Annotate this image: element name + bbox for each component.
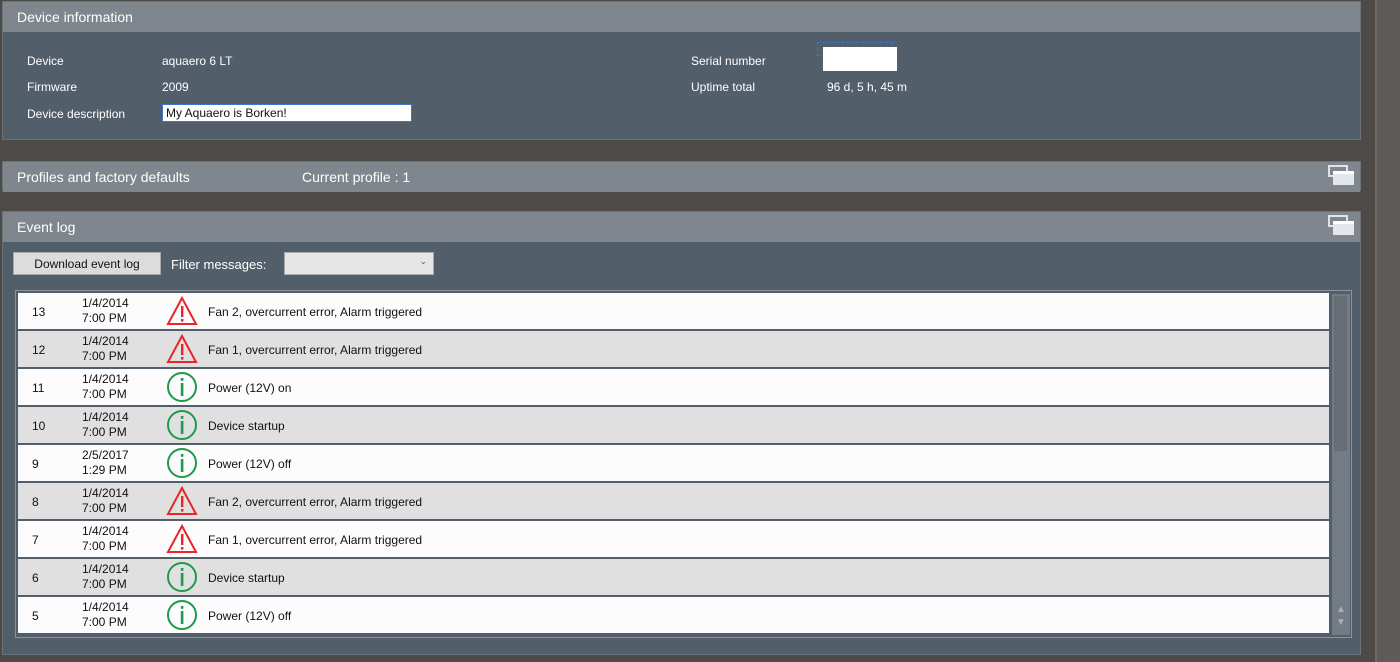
filter-label: Filter messages: xyxy=(171,257,267,272)
expand-window-icon[interactable] xyxy=(1328,215,1354,237)
event-message: Fan 2, overcurrent error, Alarm triggere… xyxy=(208,305,423,319)
panel-header: Event log xyxy=(3,212,1360,242)
event-id: 11 xyxy=(32,381,45,395)
event-date: 1/4/2014 xyxy=(82,562,129,576)
panel-title: Event log xyxy=(17,219,76,235)
event-log-panel: Event log Download event log Filter mess… xyxy=(2,211,1361,655)
event-time: 7:00 PM xyxy=(82,501,127,515)
event-datetime: 1/4/2014 7:00 PM xyxy=(82,334,129,364)
uptime-value: 96 d, 5 h, 45 m xyxy=(827,80,908,94)
table-row[interactable]: 12 1/4/2014 7:00 PM Fan 1, overcurrent er… xyxy=(18,331,1329,367)
event-time: 7:00 PM xyxy=(82,539,127,553)
serial-number-value[interactable] xyxy=(823,47,897,71)
table-row[interactable]: 11 1/4/2014 7:00 PM Power (12V) on xyxy=(18,369,1329,405)
event-time: 7:00 PM xyxy=(82,349,127,363)
event-datetime: 1/4/2014 7:00 PM xyxy=(82,600,129,630)
uptime-label: Uptime total xyxy=(691,80,756,94)
event-message: Fan 1, overcurrent error, Alarm triggere… xyxy=(208,343,423,357)
event-id: 9 xyxy=(32,457,39,471)
event-message: Power (12V) off xyxy=(208,457,292,471)
event-time: 7:00 PM xyxy=(82,311,127,325)
chevron-down-icon: ⌄ xyxy=(419,256,427,266)
panel-header[interactable]: Profiles and factory defaults Current pr… xyxy=(3,162,1360,192)
panel-title: Profiles and factory defaults xyxy=(17,169,190,185)
panel-title: Device information xyxy=(17,9,133,25)
table-row[interactable]: 8 1/4/2014 7:00 PM Fan 2, overcurrent err… xyxy=(18,483,1329,519)
event-date: 1/4/2014 xyxy=(82,372,129,386)
event-date: 1/4/2014 xyxy=(82,524,129,538)
download-event-log-button[interactable]: Download event log xyxy=(13,252,161,275)
scrollbar-thumb[interactable] xyxy=(1334,296,1347,451)
event-message: Fan 1, overcurrent error, Alarm triggere… xyxy=(208,533,423,547)
event-message: Fan 2, overcurrent error, Alarm triggere… xyxy=(208,495,423,509)
info-icon xyxy=(166,599,198,631)
table-row[interactable]: 6 1/4/2014 7:00 PM Device startup xyxy=(18,559,1329,595)
event-time: 7:00 PM xyxy=(82,387,127,401)
description-label: Device description xyxy=(27,107,126,121)
event-datetime: 1/4/2014 7:00 PM xyxy=(82,372,129,402)
device-description-input[interactable] xyxy=(162,104,412,122)
serial-label: Serial number xyxy=(691,54,766,68)
event-datetime: 1/4/2014 7:00 PM xyxy=(82,486,129,516)
firmware-label: Firmware xyxy=(27,80,77,94)
event-id: 8 xyxy=(32,495,39,509)
table-row[interactable]: 13 1/4/2014 7:00 PM Fan 2, overcurrent er… xyxy=(18,293,1329,329)
event-date: 1/4/2014 xyxy=(82,296,129,310)
warning-icon xyxy=(166,485,198,517)
table-row[interactable]: 5 1/4/2014 7:00 PM Power (12V) off xyxy=(18,597,1329,633)
event-datetime: 1/4/2014 7:00 PM xyxy=(82,410,129,440)
device-information-panel: Device information Device aquaero 6 LT F… xyxy=(2,1,1361,140)
event-date: 1/4/2014 xyxy=(82,410,129,424)
event-time: 1:29 PM xyxy=(82,463,127,477)
info-icon xyxy=(166,409,198,441)
event-date: 2/5/2017 xyxy=(82,448,129,462)
event-time: 7:00 PM xyxy=(82,615,127,629)
device-value: aquaero 6 LT xyxy=(162,54,233,68)
event-time: 7:00 PM xyxy=(82,577,127,591)
outer-scrollbar[interactable] xyxy=(1375,0,1400,662)
info-icon xyxy=(166,447,198,479)
event-id: 10 xyxy=(32,419,46,433)
info-icon xyxy=(166,561,198,593)
profiles-panel: Profiles and factory defaults Current pr… xyxy=(2,161,1361,192)
event-date: 1/4/2014 xyxy=(82,334,129,348)
expand-window-icon[interactable] xyxy=(1328,165,1354,187)
event-date: 1/4/2014 xyxy=(82,486,129,500)
event-id: 13 xyxy=(32,305,46,319)
firmware-value: 2009 xyxy=(162,80,189,94)
event-log-table: 13 1/4/2014 7:00 PM Fan 2, overcurrent er… xyxy=(15,290,1352,638)
table-row[interactable]: 9 2/5/2017 1:29 PM Power (12V) off xyxy=(18,445,1329,481)
event-datetime: 1/4/2014 7:00 PM xyxy=(82,524,129,554)
event-datetime: 1/4/2014 7:00 PM xyxy=(82,296,129,326)
warning-icon xyxy=(166,523,198,555)
scroll-down-icon[interactable]: ▼ xyxy=(1336,617,1346,628)
event-id: 5 xyxy=(32,609,39,623)
table-row[interactable]: 10 1/4/2014 7:00 PM Device startup xyxy=(18,407,1329,443)
warning-icon xyxy=(166,333,198,365)
event-message: Power (12V) off xyxy=(208,609,292,623)
event-id: 7 xyxy=(32,533,39,547)
event-date: 1/4/2014 xyxy=(82,600,129,614)
event-datetime: 2/5/2017 1:29 PM xyxy=(82,448,129,478)
scroll-up-icon[interactable]: ▲ xyxy=(1336,604,1346,615)
event-id: 6 xyxy=(32,571,39,585)
event-message: Power (12V) on xyxy=(208,381,292,395)
event-message: Device startup xyxy=(208,571,285,585)
filter-messages-select[interactable]: ⌄ xyxy=(284,252,434,275)
event-datetime: 1/4/2014 7:00 PM xyxy=(82,562,129,592)
event-message: Device startup xyxy=(208,419,285,433)
current-profile: Current profile : 1 xyxy=(302,169,411,185)
warning-icon xyxy=(166,295,198,327)
event-time: 7:00 PM xyxy=(82,425,127,439)
panel-header: Device information xyxy=(3,2,1360,32)
info-icon xyxy=(166,371,198,403)
event-id: 12 xyxy=(32,343,46,357)
device-label: Device xyxy=(27,54,64,68)
table-scrollbar[interactable]: ▲ ▼ xyxy=(1332,294,1350,635)
table-row[interactable]: 7 1/4/2014 7:00 PM Fan 1, overcurrent err… xyxy=(18,521,1329,557)
